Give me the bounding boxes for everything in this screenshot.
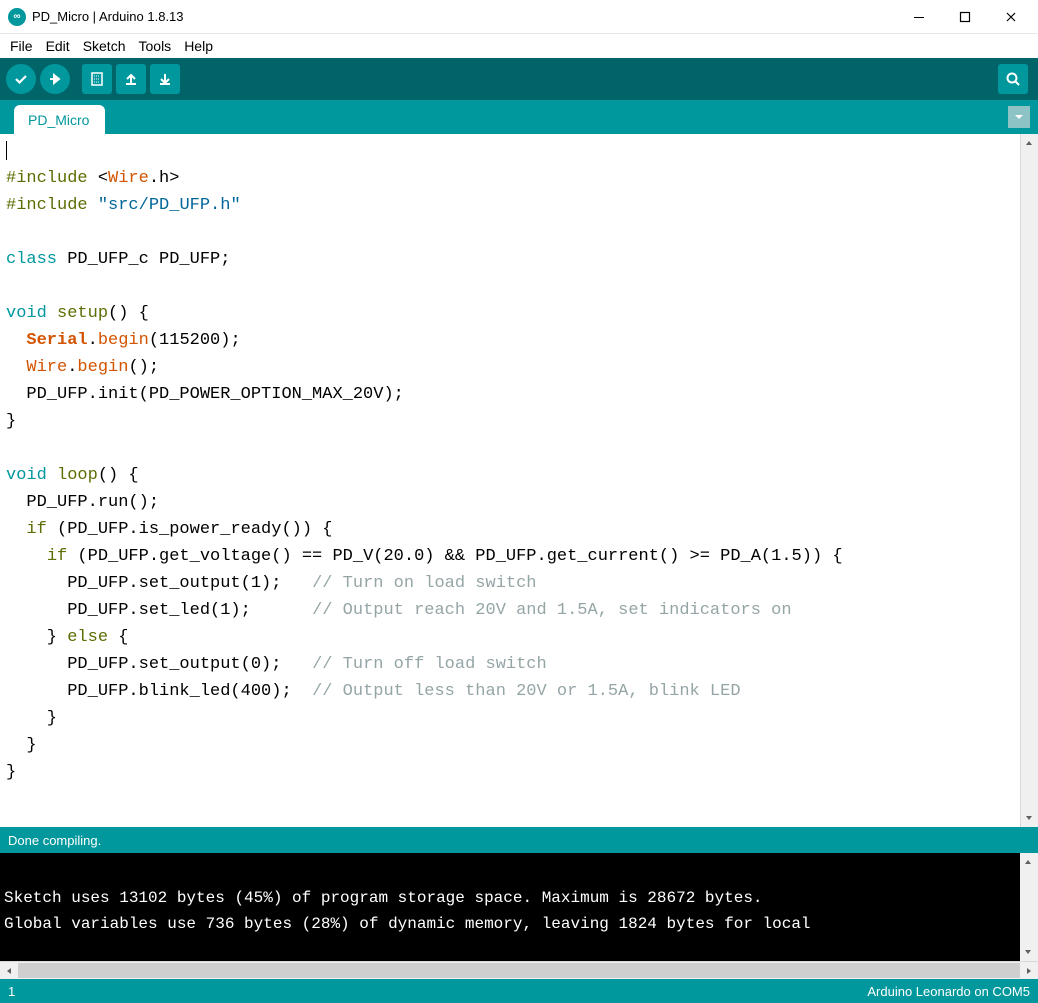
- compile-status-text: Done compiling.: [8, 833, 101, 848]
- menu-sketch[interactable]: Sketch: [77, 36, 132, 56]
- scroll-right-icon[interactable]: [1020, 963, 1038, 979]
- new-button[interactable]: [82, 64, 112, 94]
- scroll-down-icon[interactable]: [1021, 809, 1037, 827]
- tab-pd-micro[interactable]: PD_Micro: [14, 105, 105, 134]
- scroll-down-icon[interactable]: [1020, 943, 1036, 961]
- console-area: Sketch uses 13102 bytes (45%) of program…: [0, 853, 1038, 961]
- tab-strip: PD_Micro: [0, 100, 1038, 134]
- menubar: File Edit Sketch Tools Help: [0, 34, 1038, 58]
- compile-status-bar: Done compiling.: [0, 827, 1038, 853]
- scroll-left-icon[interactable]: [0, 963, 18, 979]
- menu-file[interactable]: File: [4, 36, 39, 56]
- menu-edit[interactable]: Edit: [40, 36, 76, 56]
- board-port-indicator: Arduino Leonardo on COM5: [867, 984, 1030, 999]
- minimize-button[interactable]: [896, 2, 942, 32]
- console-output[interactable]: Sketch uses 13102 bytes (45%) of program…: [0, 853, 1020, 961]
- arduino-app-icon: ∞: [8, 8, 26, 26]
- footer-status-bar: 1 Arduino Leonardo on COM5: [0, 979, 1038, 1003]
- window-controls: [896, 2, 1034, 32]
- console-line: Global variables use 736 bytes (28%) of …: [4, 915, 820, 933]
- editor-vertical-scrollbar[interactable]: [1020, 134, 1038, 827]
- console-line: Sketch uses 13102 bytes (45%) of program…: [4, 889, 763, 907]
- menu-tools[interactable]: Tools: [133, 36, 178, 56]
- tab-dropdown-button[interactable]: [1008, 106, 1030, 128]
- serial-monitor-button[interactable]: [998, 64, 1028, 94]
- open-button[interactable]: [116, 64, 146, 94]
- save-button[interactable]: [150, 64, 180, 94]
- maximize-button[interactable]: [942, 2, 988, 32]
- verify-button[interactable]: [6, 64, 36, 94]
- code-editor[interactable]: #include <Wire.h> #include "src/PD_UFP.h…: [0, 134, 1020, 827]
- horizontal-scroll-thumb[interactable]: [18, 963, 1020, 978]
- titlebar: ∞ PD_Micro | Arduino 1.8.13: [0, 0, 1038, 34]
- window-title: PD_Micro | Arduino 1.8.13: [32, 9, 896, 24]
- editor-area: #include <Wire.h> #include "src/PD_UFP.h…: [0, 134, 1038, 827]
- menu-help[interactable]: Help: [178, 36, 219, 56]
- toolbar: [0, 58, 1038, 100]
- upload-button[interactable]: [40, 64, 70, 94]
- console-horizontal-scrollbar[interactable]: [0, 961, 1038, 979]
- line-number-indicator: 1: [8, 984, 867, 999]
- scroll-up-icon[interactable]: [1021, 134, 1037, 152]
- scroll-up-icon[interactable]: [1020, 853, 1036, 871]
- close-button[interactable]: [988, 2, 1034, 32]
- console-vertical-scrollbar[interactable]: [1020, 853, 1038, 961]
